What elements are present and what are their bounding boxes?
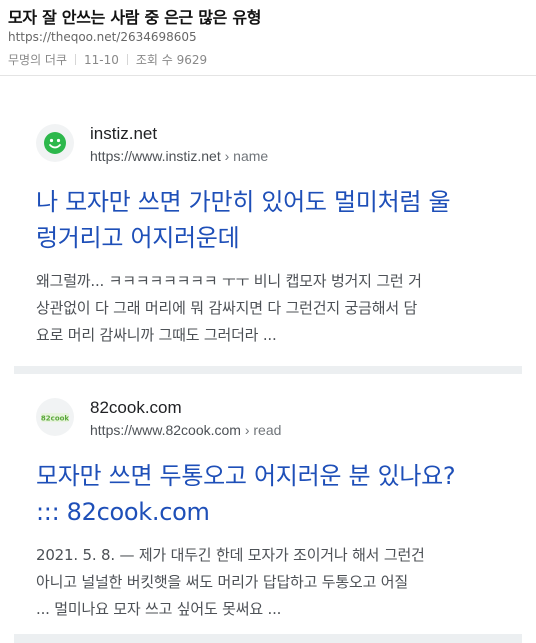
result-separator	[14, 634, 522, 643]
site-favicon: 82cook	[36, 398, 74, 436]
post-title: 모자 잘 안쓰는 사람 중 은근 많은 유형	[8, 8, 262, 27]
result-title-line: 렁거리고 어지러운데	[36, 224, 240, 252]
smiley-icon	[44, 132, 66, 154]
header-divider	[0, 75, 536, 76]
snippet-line: 상관없이 다 그래 머리에 뭐 감싸지면 다 그런건지 궁금해서 담	[36, 299, 418, 317]
post-url[interactable]: https://theqoo.net/2634698605	[8, 30, 197, 44]
post-author[interactable]: 무명의 더쿠	[8, 51, 67, 68]
result-separator	[14, 366, 522, 374]
post-date: 11-10	[84, 52, 119, 67]
search-result-instiz: instiz.net https://www.instiz.net › name…	[36, 122, 506, 349]
site-url: https://www.instiz.net › name	[90, 148, 268, 164]
result-title-line: 모자만 쓰면 두통오고 어지러운 분 있나요?	[36, 462, 456, 490]
snippet-line: ... 멀미나요 모자 쓰고 싶어도 못써요 ...	[36, 600, 282, 618]
svg-text:82cook: 82cook	[41, 415, 69, 423]
site-url-crumb: › read	[244, 422, 282, 438]
site-url-crumb: › name	[224, 148, 269, 164]
82cook-logo-icon: 82cook	[41, 413, 69, 423]
result-snippet: 왜그럴까... ㅋㅋㅋㅋㅋㅋㅋㅋ ㅜㅜ 비니 캡모자 벙거지 그런 거 상관없이…	[36, 268, 506, 349]
result-title-link[interactable]: 모자만 쓰면 두통오고 어지러운 분 있나요? ::: 82cook.com	[36, 458, 506, 530]
meta-divider	[126, 54, 128, 65]
site-favicon	[36, 124, 74, 162]
post-views: 조회 수 9629	[135, 53, 208, 67]
snippet-line: 요로 머리 감싸니까 그때도 그러더라 ...	[36, 326, 277, 344]
result-title-line: ::: 82cook.com	[36, 498, 210, 526]
search-result-82cook: 82cook 82cook.com https://www.82cook.com…	[36, 396, 506, 623]
site-name: 82cook.com	[90, 398, 182, 417]
result-source[interactable]: 82cook 82cook.com https://www.82cook.com…	[36, 396, 506, 440]
snippet-line: 2021. 5. 8. — 제가 대두긴 한데 모자가 조이거나 해서 그런건	[36, 546, 425, 564]
post-meta: 무명의 더쿠 11-10 조회 수 9629	[8, 51, 207, 68]
post-header: 모자 잘 안쓰는 사람 중 은근 많은 유형 https://theqoo.ne…	[0, 0, 536, 76]
result-snippet: 2021. 5. 8. — 제가 대두긴 한데 모자가 조이거나 해서 그런건 …	[36, 542, 506, 623]
meta-divider	[75, 54, 77, 65]
snippet-line: 왜그럴까... ㅋㅋㅋㅋㅋㅋㅋㅋ ㅜㅜ 비니 캡모자 벙거지 그런 거	[36, 272, 422, 290]
result-title-line: 나 모자만 쓰면 가만히 있어도 멀미처럼 울	[36, 188, 451, 216]
result-title-link[interactable]: 나 모자만 쓰면 가만히 있어도 멀미처럼 울 렁거리고 어지러운데	[36, 184, 506, 256]
site-url-base: https://www.82cook.com	[90, 422, 241, 438]
site-url: https://www.82cook.com › read	[90, 422, 281, 438]
result-source[interactable]: instiz.net https://www.instiz.net › name	[36, 122, 506, 166]
site-name: instiz.net	[90, 124, 158, 143]
snippet-line: 아니고 널널한 버킷햇을 써도 머리가 답답하고 두통오고 어질	[36, 573, 408, 591]
site-url-base: https://www.instiz.net	[90, 148, 221, 164]
